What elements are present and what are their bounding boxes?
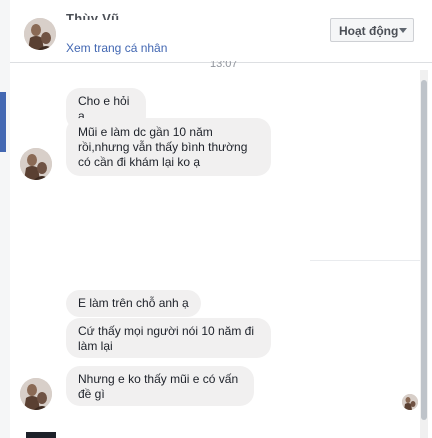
message-bubble[interactable]: Cứ thấy mọi người nói 10 năm đi làm lại xyxy=(66,318,271,358)
divider xyxy=(310,260,420,261)
seen-avatar xyxy=(402,394,418,410)
chat-panel: Thùy Vũ Xem trang cá nhân Hoạt động 13:0… xyxy=(10,0,432,438)
scrollbar-thumb[interactable] xyxy=(421,80,427,420)
message-bubble[interactable]: Nhưng e ko thấy mũi e có vấn đề gì xyxy=(66,366,254,406)
view-profile-link[interactable]: Xem trang cá nhân xyxy=(66,41,167,55)
status-dropdown-button[interactable]: Hoạt động xyxy=(330,18,414,42)
sender-avatar[interactable] xyxy=(20,148,52,180)
left-edge-accent xyxy=(0,92,6,152)
chevron-down-icon xyxy=(399,28,407,33)
chat-header: Thùy Vũ Xem trang cá nhân Hoạt động xyxy=(10,0,432,63)
message-bubble[interactable]: Mũi e làm dc gần 10 năm rồi,nhưng vẫn th… xyxy=(66,118,271,176)
status-label: Hoạt động xyxy=(339,24,399,38)
next-avatar-peek xyxy=(26,432,56,438)
header-avatar[interactable] xyxy=(24,18,56,50)
message-bubble[interactable]: E làm trên chỗ anh ạ xyxy=(66,290,201,317)
message-timestamp: 13:07 xyxy=(210,61,238,69)
sender-avatar[interactable] xyxy=(20,378,52,410)
contact-name[interactable]: Thùy Vũ xyxy=(66,11,119,20)
